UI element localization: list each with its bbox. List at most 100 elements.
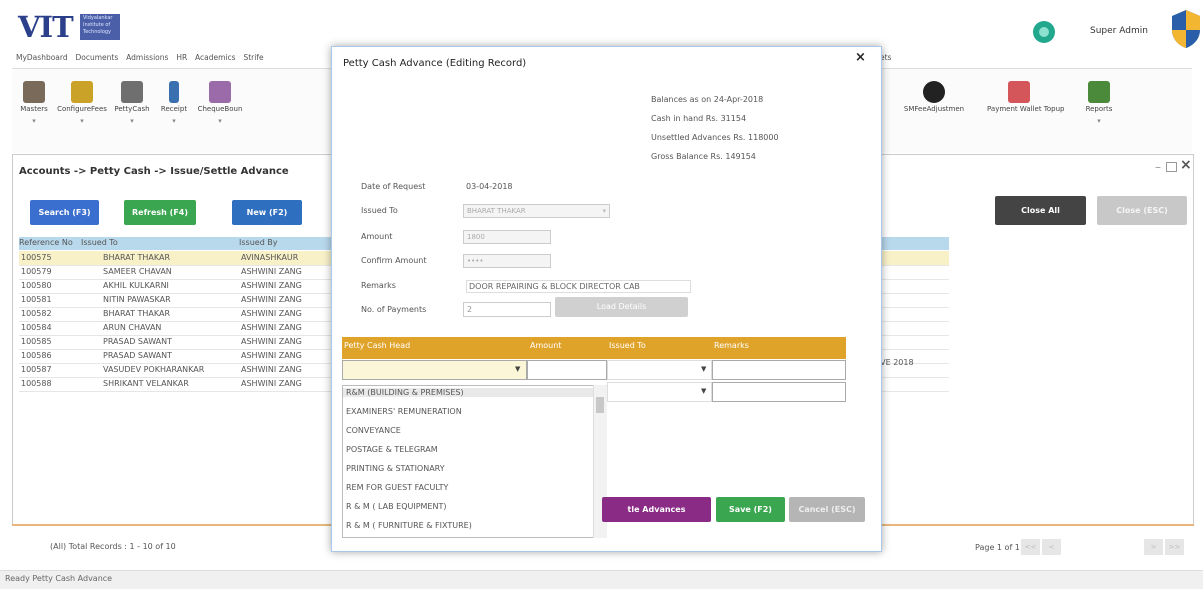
label-amount: Amount bbox=[361, 232, 393, 241]
issued-to-select[interactable]: BHARAT THAKAR ▾ bbox=[463, 204, 610, 218]
tool-payment-wallet-topup[interactable]: Payment Wallet Topup bbox=[987, 73, 1065, 113]
cell-reference: 100586 bbox=[21, 351, 52, 360]
receipt-icon bbox=[169, 81, 179, 103]
menu-item-academics[interactable]: Academics bbox=[195, 53, 236, 62]
tool-reports[interactable]: Reports ▾ bbox=[1077, 73, 1121, 125]
pager-first-button[interactable]: << bbox=[1021, 539, 1040, 555]
cell-reference: 100584 bbox=[21, 323, 52, 332]
reports-icon bbox=[1088, 81, 1110, 103]
petty-cash-head-select[interactable] bbox=[342, 360, 527, 380]
dropdown-option[interactable]: PRINTING & STATIONARY bbox=[346, 464, 445, 473]
column-header-issued-to[interactable]: Issued To bbox=[81, 238, 118, 247]
column-header-reference[interactable]: Reference No bbox=[19, 238, 73, 247]
menu-item-strife[interactable]: Strife bbox=[243, 53, 263, 62]
user-avatar-icon[interactable] bbox=[1033, 21, 1055, 43]
issued-to-cell-select[interactable] bbox=[607, 360, 712, 380]
cell-issued-by: ASHWINI ZANG bbox=[241, 267, 302, 276]
minimize-icon[interactable]: – bbox=[1155, 160, 1161, 174]
close-icon[interactable]: × bbox=[1180, 157, 1192, 173]
column-header-remarks: Remarks bbox=[714, 341, 749, 350]
close-icon[interactable]: × bbox=[855, 50, 866, 65]
cell-issued-by: ASHWINI ZANG bbox=[241, 323, 302, 332]
remarks-cell-input[interactable] bbox=[712, 382, 846, 402]
cell-issued-by: ASHWINI ZANG bbox=[241, 309, 302, 318]
chevron-down-icon[interactable]: ▼ bbox=[701, 387, 706, 395]
refresh-button[interactable]: Refresh (F4) bbox=[124, 200, 196, 225]
shield-icon bbox=[1172, 10, 1200, 48]
chevron-down-icon: ▾ bbox=[172, 117, 176, 125]
breadcrumb: Accounts -> Petty Cash -> Issue/Settle A… bbox=[19, 166, 289, 177]
close-esc-button[interactable]: Close (ESC) bbox=[1097, 196, 1187, 225]
cell-issued-by: AVINASHKAUR bbox=[241, 253, 299, 262]
page-info: Page 1 of 1 bbox=[975, 543, 1020, 552]
dropdown-option[interactable]: REM FOR GUEST FACULTY bbox=[346, 483, 448, 492]
dropdown-option[interactable]: CONVEYANCE bbox=[346, 426, 401, 435]
label-no-of-payments: No. of Payments bbox=[361, 305, 427, 314]
logo-text: VIT bbox=[18, 10, 74, 44]
tool-label: Payment Wallet Topup bbox=[987, 105, 1065, 113]
petty-cash-icon bbox=[121, 81, 143, 103]
tool-masters[interactable]: Masters ▾ bbox=[12, 73, 56, 125]
dropdown-scrollbar-thumb[interactable] bbox=[596, 397, 604, 413]
column-header-issued-by[interactable]: Issued By bbox=[239, 238, 278, 247]
menu-item-dashboard[interactable]: MyDashboard bbox=[16, 53, 68, 62]
tool-petty-cash[interactable]: PettyCash ▾ bbox=[110, 73, 154, 125]
search-button[interactable]: Search (F3) bbox=[30, 200, 99, 225]
total-records: (All) Total Records : 1 - 10 of 10 bbox=[50, 542, 176, 551]
modal-title: Petty Cash Advance (Editing Record) bbox=[343, 58, 527, 69]
pager-prev-button[interactable]: < bbox=[1042, 539, 1061, 555]
new-button[interactable]: New (F2) bbox=[232, 200, 302, 225]
tool-receipt[interactable]: Receipt ▾ bbox=[152, 73, 196, 125]
cell-issued-to: SHRIKANT VELANKAR bbox=[103, 379, 189, 388]
cancel-button[interactable]: Cancel (ESC) bbox=[789, 497, 865, 522]
close-all-button[interactable]: Close All bbox=[995, 196, 1086, 225]
label-confirm-amount: Confirm Amount bbox=[361, 256, 427, 265]
column-header-amount: Amount bbox=[530, 341, 562, 350]
menu-item-admissions[interactable]: Admissions bbox=[126, 53, 168, 62]
label-remarks: Remarks bbox=[361, 281, 396, 290]
cell-issued-to: BHARAT THAKAR bbox=[103, 309, 171, 318]
user-name[interactable]: Super Admin bbox=[1090, 26, 1148, 36]
date-of-request-value: 03-04-2018 bbox=[466, 182, 513, 191]
menu-item-hr[interactable]: HR bbox=[176, 53, 187, 62]
status-bar bbox=[0, 570, 1203, 589]
load-details-button[interactable]: Load Details bbox=[555, 297, 688, 317]
amount-input[interactable]: 1800 bbox=[463, 230, 551, 244]
cell-issued-by: ASHWINI ZANG bbox=[241, 281, 302, 290]
dropdown-option[interactable]: POSTAGE & TELEGRAM bbox=[346, 445, 438, 454]
cell-reference: 100582 bbox=[21, 309, 52, 318]
cell-issued-by: ASHWINI ZANG bbox=[241, 295, 302, 304]
issued-to-cell-select[interactable] bbox=[607, 382, 712, 402]
chevron-down-icon[interactable]: ▼ bbox=[515, 365, 520, 373]
cell-issued-to: ARUN CHAVAN bbox=[103, 323, 162, 332]
tool-label: Reports bbox=[1085, 105, 1113, 113]
cell-issued-by: ASHWINI ZANG bbox=[241, 337, 302, 346]
issued-to-value: BHARAT THAKAR bbox=[467, 207, 526, 215]
cell-issued-by: ASHWINI ZANG bbox=[241, 379, 302, 388]
menu-item-documents[interactable]: Documents bbox=[75, 53, 118, 62]
dropdown-option[interactable]: R&M (BUILDING & PREMISES) bbox=[343, 388, 598, 397]
remarks-cell-input[interactable] bbox=[712, 360, 846, 380]
wallet-icon bbox=[1008, 81, 1030, 103]
tool-configure-fees[interactable]: ConfigureFees ▾ bbox=[57, 73, 107, 125]
pager-next-button[interactable]: > bbox=[1144, 539, 1163, 555]
petty-cash-head-dropdown: R&M (BUILDING & PREMISES) EXAMINERS' REM… bbox=[342, 385, 607, 538]
no-of-payments-input[interactable]: 2 bbox=[463, 302, 551, 317]
chevron-down-icon: ▾ bbox=[80, 117, 84, 125]
remarks-input[interactable]: DOOR REPAIRING & BLOCK DIRECTOR CAB bbox=[466, 280, 691, 293]
dropdown-option[interactable]: R & M ( FURNITURE & FIXTURE) bbox=[346, 521, 472, 530]
cell-reference: 100587 bbox=[21, 365, 52, 374]
dropdown-option[interactable]: R & M ( LAB EQUIPMENT) bbox=[346, 502, 446, 511]
tool-cheque-bounce[interactable]: ChequeBoun ▾ bbox=[198, 73, 242, 125]
amount-cell-input[interactable] bbox=[527, 360, 607, 380]
dropdown-option[interactable]: EXAMINERS' REMUNERATION bbox=[346, 407, 462, 416]
cell-issued-to: AKHIL KULKARNI bbox=[103, 281, 169, 290]
settle-advances-button[interactable]: tle Advances bbox=[602, 497, 711, 522]
tool-sm-fee-adjustment[interactable]: SMFeeAdjustmen bbox=[904, 73, 964, 113]
restore-icon[interactable] bbox=[1166, 162, 1177, 172]
tool-label: SMFeeAdjustmen bbox=[903, 105, 965, 113]
chevron-down-icon[interactable]: ▼ bbox=[701, 365, 706, 373]
save-button[interactable]: Save (F2) bbox=[716, 497, 785, 522]
pager-last-button[interactable]: >> bbox=[1165, 539, 1184, 555]
confirm-amount-input[interactable]: •••• bbox=[463, 254, 551, 268]
